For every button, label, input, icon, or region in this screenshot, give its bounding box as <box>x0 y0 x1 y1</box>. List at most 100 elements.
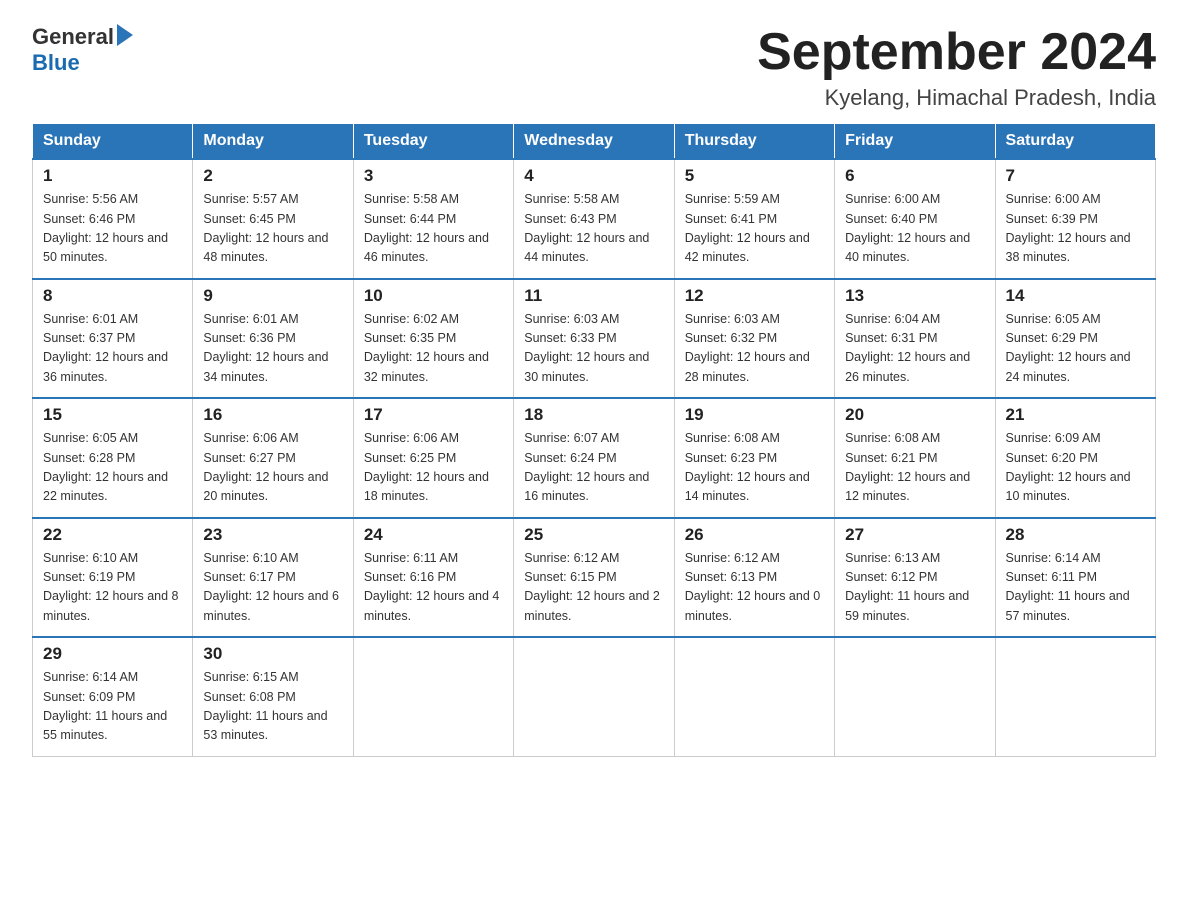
calendar-week-4: 22 Sunrise: 6:10 AMSunset: 6:19 PMDayligh… <box>33 518 1156 638</box>
day-number: 11 <box>524 286 663 306</box>
calendar-day-14: 14 Sunrise: 6:05 AMSunset: 6:29 PMDayligh… <box>995 279 1155 399</box>
day-number: 5 <box>685 166 824 186</box>
calendar-day-27: 27Sunrise: 6:13 AMSunset: 6:12 PMDayligh… <box>835 518 995 638</box>
day-info: Sunrise: 6:10 AMSunset: 6:17 PMDaylight:… <box>203 549 342 627</box>
day-number: 19 <box>685 405 824 425</box>
day-number: 27 <box>845 525 984 545</box>
logo: General Blue <box>32 24 133 76</box>
day-info: Sunrise: 6:00 AMSunset: 6:40 PMDaylight:… <box>845 190 984 268</box>
calendar-day-10: 10 Sunrise: 6:02 AMSunset: 6:35 PMDayligh… <box>353 279 513 399</box>
day-info: Sunrise: 6:07 AMSunset: 6:24 PMDaylight:… <box>524 429 663 507</box>
day-number: 1 <box>43 166 182 186</box>
day-info: Sunrise: 6:02 AMSunset: 6:35 PMDaylight:… <box>364 310 503 388</box>
calendar-week-1: 1 Sunrise: 5:56 AMSunset: 6:46 PMDaylight… <box>33 159 1156 279</box>
day-info: Sunrise: 5:58 AMSunset: 6:43 PMDaylight:… <box>524 190 663 268</box>
day-number: 10 <box>364 286 503 306</box>
day-info: Sunrise: 6:10 AMSunset: 6:19 PMDaylight:… <box>43 549 182 627</box>
weekday-header-sunday: Sunday <box>33 124 193 160</box>
weekday-header-wednesday: Wednesday <box>514 124 674 160</box>
calendar-table: SundayMondayTuesdayWednesdayThursdayFrid… <box>32 123 1156 757</box>
calendar-day-1: 1 Sunrise: 5:56 AMSunset: 6:46 PMDaylight… <box>33 159 193 279</box>
day-info: Sunrise: 6:00 AMSunset: 6:39 PMDaylight:… <box>1006 190 1145 268</box>
day-number: 24 <box>364 525 503 545</box>
empty-cell <box>353 637 513 756</box>
day-info: Sunrise: 6:15 AMSunset: 6:08 PMDaylight:… <box>203 668 342 746</box>
day-number: 20 <box>845 405 984 425</box>
calendar-day-5: 5 Sunrise: 5:59 AMSunset: 6:41 PMDaylight… <box>674 159 834 279</box>
day-info: Sunrise: 5:57 AMSunset: 6:45 PMDaylight:… <box>203 190 342 268</box>
weekday-header-tuesday: Tuesday <box>353 124 513 160</box>
calendar-day-17: 17Sunrise: 6:06 AMSunset: 6:25 PMDayligh… <box>353 398 513 518</box>
day-info: Sunrise: 6:04 AMSunset: 6:31 PMDaylight:… <box>845 310 984 388</box>
weekday-header-saturday: Saturday <box>995 124 1155 160</box>
calendar-day-25: 25 Sunrise: 6:12 AMSunset: 6:15 PMDayligh… <box>514 518 674 638</box>
day-number: 14 <box>1006 286 1145 306</box>
day-number: 22 <box>43 525 182 545</box>
day-number: 29 <box>43 644 182 664</box>
calendar-day-16: 16 Sunrise: 6:06 AMSunset: 6:27 PMDayligh… <box>193 398 353 518</box>
day-info: Sunrise: 5:59 AMSunset: 6:41 PMDaylight:… <box>685 190 824 268</box>
day-info: Sunrise: 6:12 AMSunset: 6:13 PMDaylight:… <box>685 549 824 627</box>
calendar-week-3: 15 Sunrise: 6:05 AMSunset: 6:28 PMDayligh… <box>33 398 1156 518</box>
weekday-header-thursday: Thursday <box>674 124 834 160</box>
day-number: 18 <box>524 405 663 425</box>
day-number: 12 <box>685 286 824 306</box>
calendar-day-20: 20 Sunrise: 6:08 AMSunset: 6:21 PMDayligh… <box>835 398 995 518</box>
title-block: September 2024 Kyelang, Himachal Pradesh… <box>757 24 1156 111</box>
calendar-week-2: 8Sunrise: 6:01 AMSunset: 6:37 PMDaylight… <box>33 279 1156 399</box>
day-number: 25 <box>524 525 663 545</box>
day-number: 2 <box>203 166 342 186</box>
day-number: 16 <box>203 405 342 425</box>
calendar-day-3: 3Sunrise: 5:58 AMSunset: 6:44 PMDaylight… <box>353 159 513 279</box>
day-info: Sunrise: 6:05 AMSunset: 6:28 PMDaylight:… <box>43 429 182 507</box>
calendar-day-21: 21 Sunrise: 6:09 AMSunset: 6:20 PMDayligh… <box>995 398 1155 518</box>
day-number: 21 <box>1006 405 1145 425</box>
calendar-day-28: 28 Sunrise: 6:14 AMSunset: 6:11 PMDayligh… <box>995 518 1155 638</box>
calendar-day-18: 18 Sunrise: 6:07 AMSunset: 6:24 PMDayligh… <box>514 398 674 518</box>
empty-cell <box>835 637 995 756</box>
calendar-day-23: 23 Sunrise: 6:10 AMSunset: 6:17 PMDayligh… <box>193 518 353 638</box>
day-info: Sunrise: 6:08 AMSunset: 6:21 PMDaylight:… <box>845 429 984 507</box>
day-info: Sunrise: 6:08 AMSunset: 6:23 PMDaylight:… <box>685 429 824 507</box>
day-number: 30 <box>203 644 342 664</box>
calendar-day-7: 7Sunrise: 6:00 AMSunset: 6:39 PMDaylight… <box>995 159 1155 279</box>
calendar-day-22: 22 Sunrise: 6:10 AMSunset: 6:19 PMDayligh… <box>33 518 193 638</box>
day-info: Sunrise: 6:14 AMSunset: 6:11 PMDaylight:… <box>1006 549 1145 627</box>
calendar-day-19: 19 Sunrise: 6:08 AMSunset: 6:23 PMDayligh… <box>674 398 834 518</box>
day-number: 26 <box>685 525 824 545</box>
calendar-week-5: 29 Sunrise: 6:14 AMSunset: 6:09 PMDayligh… <box>33 637 1156 756</box>
calendar-day-26: 26 Sunrise: 6:12 AMSunset: 6:13 PMDayligh… <box>674 518 834 638</box>
location-title: Kyelang, Himachal Pradesh, India <box>757 85 1156 111</box>
calendar-day-29: 29 Sunrise: 6:14 AMSunset: 6:09 PMDayligh… <box>33 637 193 756</box>
calendar-day-11: 11Sunrise: 6:03 AMSunset: 6:33 PMDayligh… <box>514 279 674 399</box>
calendar-day-30: 30 Sunrise: 6:15 AMSunset: 6:08 PMDayligh… <box>193 637 353 756</box>
calendar-day-8: 8Sunrise: 6:01 AMSunset: 6:37 PMDaylight… <box>33 279 193 399</box>
day-info: Sunrise: 6:06 AMSunset: 6:27 PMDaylight:… <box>203 429 342 507</box>
day-number: 28 <box>1006 525 1145 545</box>
day-info: Sunrise: 6:03 AMSunset: 6:32 PMDaylight:… <box>685 310 824 388</box>
day-info: Sunrise: 5:58 AMSunset: 6:44 PMDaylight:… <box>364 190 503 268</box>
day-number: 23 <box>203 525 342 545</box>
calendar-day-2: 2 Sunrise: 5:57 AMSunset: 6:45 PMDaylight… <box>193 159 353 279</box>
day-number: 15 <box>43 405 182 425</box>
day-info: Sunrise: 6:09 AMSunset: 6:20 PMDaylight:… <box>1006 429 1145 507</box>
day-info: Sunrise: 6:05 AMSunset: 6:29 PMDaylight:… <box>1006 310 1145 388</box>
month-title: September 2024 <box>757 24 1156 81</box>
empty-cell <box>995 637 1155 756</box>
day-info: Sunrise: 5:56 AMSunset: 6:46 PMDaylight:… <box>43 190 182 268</box>
weekday-header-monday: Monday <box>193 124 353 160</box>
day-info: Sunrise: 6:11 AMSunset: 6:16 PMDaylight:… <box>364 549 503 627</box>
calendar-day-6: 6 Sunrise: 6:00 AMSunset: 6:40 PMDaylight… <box>835 159 995 279</box>
day-info: Sunrise: 6:12 AMSunset: 6:15 PMDaylight:… <box>524 549 663 627</box>
calendar-day-12: 12 Sunrise: 6:03 AMSunset: 6:32 PMDayligh… <box>674 279 834 399</box>
day-number: 6 <box>845 166 984 186</box>
day-info: Sunrise: 6:01 AMSunset: 6:37 PMDaylight:… <box>43 310 182 388</box>
day-number: 13 <box>845 286 984 306</box>
day-info: Sunrise: 6:14 AMSunset: 6:09 PMDaylight:… <box>43 668 182 746</box>
empty-cell <box>674 637 834 756</box>
logo-text-blue: Blue <box>32 50 80 76</box>
calendar-day-9: 9Sunrise: 6:01 AMSunset: 6:36 PMDaylight… <box>193 279 353 399</box>
calendar-day-15: 15 Sunrise: 6:05 AMSunset: 6:28 PMDayligh… <box>33 398 193 518</box>
day-number: 17 <box>364 405 503 425</box>
calendar-day-4: 4Sunrise: 5:58 AMSunset: 6:43 PMDaylight… <box>514 159 674 279</box>
